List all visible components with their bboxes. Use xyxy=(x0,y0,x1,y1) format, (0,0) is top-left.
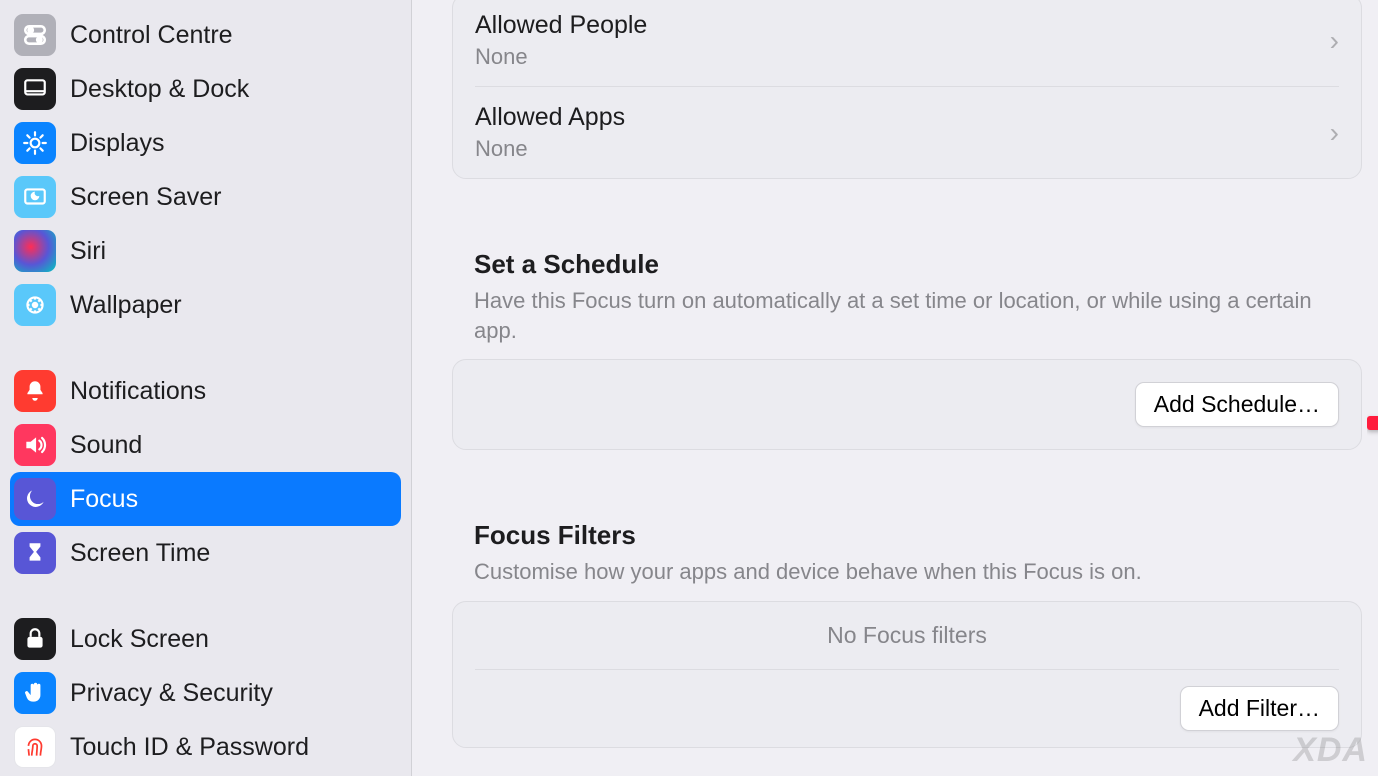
hourglass-icon xyxy=(14,532,56,574)
sidebar-label: Displays xyxy=(70,129,164,158)
row-allowed-apps[interactable]: Allowed Apps None › xyxy=(475,86,1339,178)
sidebar-item-desktop-dock[interactable]: Desktop & Dock xyxy=(10,62,401,116)
hand-icon xyxy=(14,672,56,714)
sidebar-item-lock-screen[interactable]: Lock Screen xyxy=(10,612,401,666)
sidebar-item-sound[interactable]: Sound xyxy=(10,418,401,472)
sidebar-label: Privacy & Security xyxy=(70,679,273,708)
siri-icon xyxy=(14,230,56,272)
sidebar-item-control-centre[interactable]: Control Centre xyxy=(10,8,401,62)
watermark: XDA xyxy=(1293,731,1368,770)
sidebar-item-privacy-security[interactable]: Privacy & Security xyxy=(10,666,401,720)
sidebar-label: Screen Time xyxy=(70,539,210,568)
filters-empty-text: No Focus filters xyxy=(453,602,1361,669)
sidebar-label: Screen Saver xyxy=(70,183,221,212)
allowed-panel: Allowed People None › Allowed Apps None … xyxy=(452,0,1362,179)
chevron-right-icon: › xyxy=(1330,117,1339,149)
sidebar-item-wallpaper[interactable]: Wallpaper xyxy=(10,278,401,332)
moon-icon xyxy=(14,478,56,520)
main-content: Allowed People None › Allowed Apps None … xyxy=(412,0,1378,776)
sound-icon xyxy=(14,424,56,466)
wallpaper-icon xyxy=(14,284,56,326)
sidebar-group-3: Lock Screen Privacy & Security Touch ID … xyxy=(0,610,411,776)
allowed-apps-title: Allowed Apps xyxy=(475,103,625,132)
fingerprint-icon xyxy=(14,726,56,768)
filters-header: Focus Filters Customise how your apps an… xyxy=(452,520,1370,601)
sidebar-item-focus[interactable]: Focus xyxy=(10,472,401,526)
lock-icon xyxy=(14,618,56,660)
sidebar-label: Wallpaper xyxy=(70,291,182,320)
dock-icon xyxy=(14,68,56,110)
add-schedule-button[interactable]: Add Schedule… xyxy=(1135,382,1339,427)
annotation-arrow-icon xyxy=(1367,388,1378,458)
sidebar-item-screen-time[interactable]: Screen Time xyxy=(10,526,401,580)
bell-icon xyxy=(14,370,56,412)
sidebar-item-displays[interactable]: Displays xyxy=(10,116,401,170)
sidebar-label: Control Centre xyxy=(70,21,233,50)
sidebar-item-siri[interactable]: Siri xyxy=(10,224,401,278)
allowed-people-value: None xyxy=(475,44,647,70)
schedule-header: Set a Schedule Have this Focus turn on a… xyxy=(452,249,1370,359)
sidebar-label: Notifications xyxy=(70,377,206,406)
chevron-right-icon: › xyxy=(1330,25,1339,57)
filters-desc: Customise how your apps and device behav… xyxy=(474,557,1348,587)
allowed-apps-value: None xyxy=(475,136,625,162)
filters-title: Focus Filters xyxy=(474,520,1348,551)
sidebar-item-touch-id[interactable]: Touch ID & Password xyxy=(10,720,401,774)
sidebar-group-2: Notifications Sound Focus Screen Time xyxy=(0,362,411,582)
sidebar-label: Desktop & Dock xyxy=(70,75,249,104)
sidebar-label: Sound xyxy=(70,431,142,460)
sidebar-group-1: Control Centre Desktop & Dock Displays S… xyxy=(0,0,411,334)
sidebar-item-screen-saver[interactable]: Screen Saver xyxy=(10,170,401,224)
schedule-title: Set a Schedule xyxy=(474,249,1348,280)
schedule-panel: Add Schedule… xyxy=(452,359,1362,450)
sidebar-label: Focus xyxy=(70,485,138,514)
sidebar-label: Touch ID & Password xyxy=(70,733,309,762)
displays-icon xyxy=(14,122,56,164)
sidebar-label: Lock Screen xyxy=(70,625,209,654)
filters-panel: No Focus filters Add Filter… xyxy=(452,601,1362,748)
sidebar: Control Centre Desktop & Dock Displays S… xyxy=(0,0,412,776)
screensaver-icon xyxy=(14,176,56,218)
sidebar-label: Siri xyxy=(70,237,106,266)
schedule-desc: Have this Focus turn on automatically at… xyxy=(474,286,1348,345)
control-centre-icon xyxy=(14,14,56,56)
allowed-people-title: Allowed People xyxy=(475,11,647,40)
add-filter-button[interactable]: Add Filter… xyxy=(1180,686,1339,731)
sidebar-item-notifications[interactable]: Notifications xyxy=(10,364,401,418)
row-allowed-people[interactable]: Allowed People None › xyxy=(453,0,1361,86)
